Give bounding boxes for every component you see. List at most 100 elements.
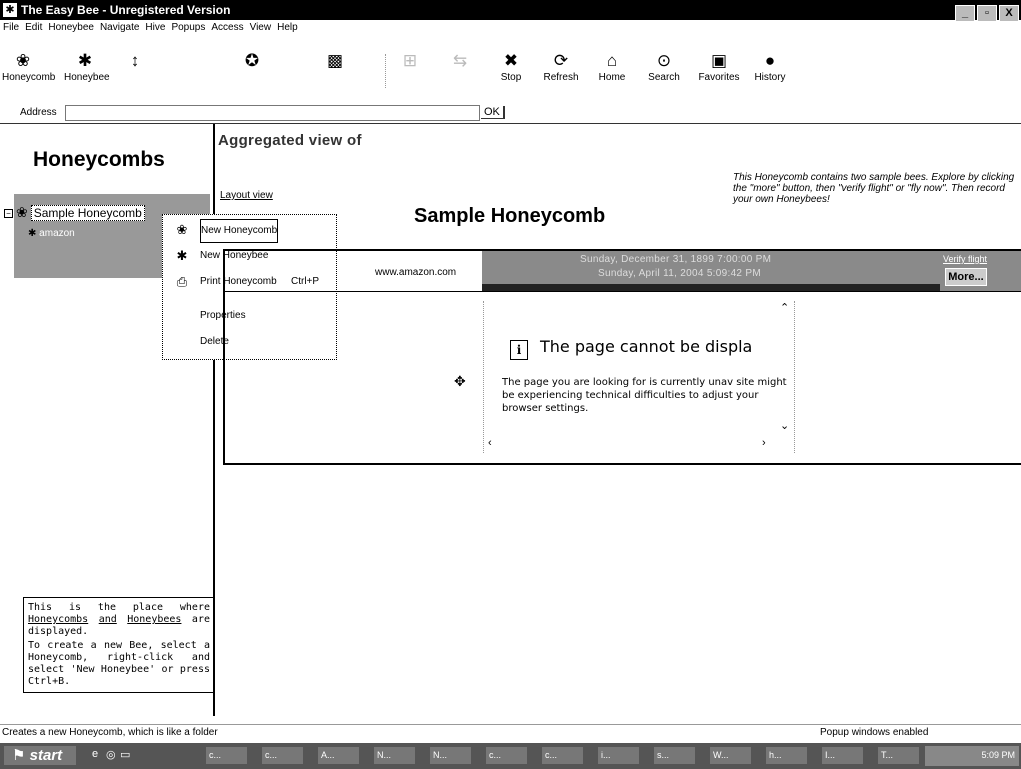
history-button[interactable]: ● History [751,51,789,84]
close-button[interactable]: X [999,5,1019,22]
scroll-up-icon[interactable]: ⌃ [780,301,789,314]
move-icon[interactable]: ✥ [454,373,466,390]
arrow-icon: ↕ [130,51,140,70]
taskbar-item[interactable]: A... [318,747,359,764]
taskbar-item[interactable]: c... [206,747,247,764]
verify-flight-link[interactable]: Verify flight [943,254,987,264]
honeycombs-link[interactable]: Honeycombs [28,614,88,625]
taskbar-item[interactable]: i... [598,747,639,764]
toolbar-disabled-2 [155,52,205,83]
date-first: Sunday, December 31, 1899 7:00:00 PM [580,254,772,265]
menu-edit[interactable]: Edit [25,22,42,33]
embedded-browser[interactable]: ⌃ i The page cannot be displa ✥ The page… [454,301,795,453]
desktop-icon[interactable]: ▭ [120,748,130,761]
favorites-icon: ▣ [710,51,728,70]
menu-popups[interactable]: Popups [171,22,205,33]
scroll-down-icon[interactable]: ⌄ [780,419,789,432]
window-controls: _ ▫ X [953,2,1019,22]
home-icon: ⌂ [606,51,618,70]
home-button[interactable]: ⌂ Home [597,51,627,84]
honeycombs-pane: Honeycombs − ❀ Sample Honeycomb ✱ amazon T… [0,124,215,716]
history-icon: ● [764,51,776,70]
info-icon: i [510,340,528,360]
scroll-right-icon[interactable]: › [762,437,766,449]
tree-item-honeycomb[interactable]: − ❀ Sample Honeycomb [4,204,145,221]
date-last: Sunday, April 11, 2004 5:09:42 PM [598,268,761,279]
menu-item-new-honeycomb[interactable]: ❀ New Honeycomb [163,219,336,243]
clock[interactable]: 5:09 PM [981,750,1015,760]
menu-hive[interactable]: Hive [145,22,165,33]
bee-url: www.amazon.com [375,267,457,278]
favorites-button[interactable]: ▣ Favorites [697,51,741,84]
honeycomb-description: This Honeycomb contains two sample bees.… [733,172,1015,205]
status-bar: Creates a new Honeycomb, which is like a… [0,725,1021,741]
bee-icon: ✱ [77,51,93,70]
toolbar: ❀ Honeycomb ✱ Honeybee ↕ ✪ ▩ ⊞ ⇆ ✖ Stop ⟳ Re… [0,40,1021,102]
scroll-left-icon[interactable]: ‹ [488,437,492,449]
honeycomb-icon: ❀ [176,222,188,237]
printer-icon: ⎙ [176,274,188,289]
stop-button[interactable]: ✖ Stop [497,51,525,84]
more-button[interactable]: More... [945,268,987,286]
refresh-icon: ⟳ [553,51,569,70]
grid-icon: ⊞ [402,51,418,70]
taskbar-item[interactable]: c... [262,747,303,764]
address-label: Address [20,107,57,118]
taskbar: ⚑ start e ◎ ▭ c... c... A... N... N... c… [0,743,1021,769]
status-text: Creates a new Honeycomb, which is like a… [2,727,218,738]
camera-icon: ▩ [326,51,344,70]
bee-icon: ✱ [28,228,37,239]
status-strip [482,284,940,291]
system-tray: 5:09 PM [925,746,1019,766]
restore-button[interactable]: ▫ [977,5,997,22]
ie-icon[interactable]: e [92,748,98,760]
menu-navigate[interactable]: Navigate [100,22,139,33]
start-button[interactable]: ⚑ start [4,746,76,765]
swap-icon: ⇆ [452,51,468,70]
honeycomb-name: Sample Honeycomb [414,205,606,227]
search-button[interactable]: ⊙ Search [646,52,682,84]
error-title: The page cannot be displa [540,337,753,356]
taskbar-item[interactable]: T... [878,747,919,764]
bee-icon: ✱ [176,248,188,263]
honeybee-button[interactable]: ✱ Honeybee [64,51,110,84]
menu-honeybee[interactable]: Honeybee [48,22,94,33]
panel-divider [225,291,1021,292]
pin-icon: ✪ [244,51,260,70]
stop-icon: ✖ [503,51,519,70]
address-bar: Address OK [0,103,1021,123]
layout-view-link[interactable]: Layout view [220,190,273,201]
aggregated-view-title: Aggregated view of [218,132,362,149]
ok-button[interactable]: OK [481,106,505,119]
pane-title: Honeycombs [33,148,165,171]
toolbar-disabled-1: ↕ [120,52,150,83]
menu-view[interactable]: View [250,22,272,33]
taskbar-item[interactable]: N... [374,747,415,764]
tree-item-bee[interactable]: ✱ amazon [28,228,75,239]
taskbar-item[interactable]: c... [486,747,527,764]
error-body: The page you are looking for is currentl… [502,377,787,414]
taskbar-item[interactable]: h... [766,747,807,764]
collapse-icon[interactable]: − [4,209,13,219]
app-bee-icon: ✱ [3,3,17,17]
minimize-button[interactable]: _ [955,5,975,22]
taskbar-item[interactable]: I... [822,747,863,764]
taskbar-item[interactable]: N... [430,747,471,764]
tree-item-label: Sample Honeycomb [30,205,145,221]
toolbar-separator [385,54,387,88]
menu-bar: File Edit Honeybee Navigate Hive Popups Access… [0,22,1021,38]
windows-logo-icon: ⚑ [12,747,26,764]
window-title: The Easy Bee - Unregistered Version [21,3,231,17]
honeycomb-button[interactable]: ❀ Honeycomb [2,52,55,84]
refresh-button[interactable]: ⟳ Refresh [541,51,581,84]
menu-access[interactable]: Access [211,22,243,33]
honeybees-link[interactable]: Honeybees [127,614,181,625]
menu-file[interactable]: File [3,22,19,33]
taskbar-item[interactable]: s... [654,747,695,764]
menu-help[interactable]: Help [277,22,298,33]
taskbar-item[interactable]: W... [710,747,751,764]
address-input[interactable] [65,105,480,121]
quicklaunch-icon[interactable]: ◎ [106,748,116,761]
taskbar-item[interactable]: c... [542,747,583,764]
tree-item-label: amazon [39,228,75,239]
